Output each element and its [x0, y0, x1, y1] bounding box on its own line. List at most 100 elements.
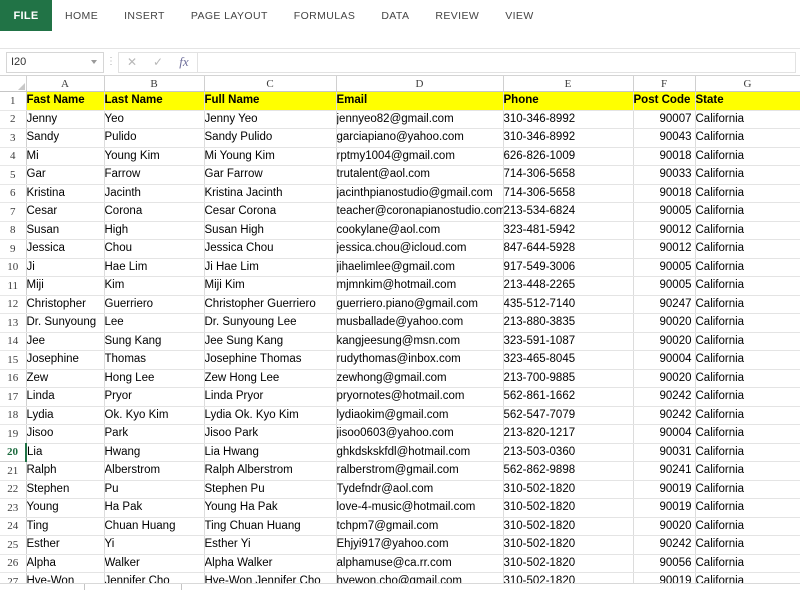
cell-B19[interactable]: Park [104, 424, 205, 444]
cell-B4[interactable]: Young Kim [104, 147, 205, 166]
cell-C14[interactable]: Jee Sung Kang [204, 332, 337, 351]
cell-D5[interactable]: trutalent@aol.com [336, 165, 504, 185]
cell-E26[interactable]: 310-502-1820 [503, 554, 634, 573]
row-header-7[interactable]: 7 [0, 202, 27, 222]
tab-page-layout[interactable]: PAGE LAYOUT [178, 0, 281, 31]
cell-A16[interactable]: Zew [26, 369, 105, 388]
cell-F26[interactable]: 90056 [633, 554, 696, 573]
cell-C7[interactable]: Cesar Corona [204, 202, 337, 222]
table-row[interactable]: 5 Gar Farrow Gar Farrow trutalent@aol.com 714… [0, 165, 800, 185]
cell-A25[interactable]: Esther [26, 535, 105, 555]
table-row[interactable]: 4 Mi Young Kim Mi Young Kim rptmy1004@gmail.… [0, 147, 800, 166]
cell-C8[interactable]: Susan High [204, 221, 337, 240]
table-row[interactable]: 19 Jisoo Park Jisoo Park jisoo0603@yahoo.com… [0, 424, 800, 444]
cell-B7[interactable]: Corona [104, 202, 205, 222]
table-row[interactable]: 10 Ji Hae Lim Ji Hae Lim jihaelimlee@gmail.c… [0, 258, 800, 277]
cell-G2[interactable]: California [695, 110, 800, 129]
cell-F25[interactable]: 90242 [633, 535, 696, 555]
cell-A8[interactable]: Susan [26, 221, 105, 240]
cell-G11[interactable]: California [695, 276, 800, 296]
table-row[interactable]: 12 Christopher Guerriero Christopher Guerri… [0, 295, 800, 314]
cell-G5[interactable]: California [695, 165, 800, 185]
table-row[interactable]: 11 Miji Kim Miji Kim mjmnkim@hotmail.com 213-… [0, 276, 800, 296]
row-header-20[interactable]: 20 [0, 443, 27, 462]
cell-B25[interactable]: Yi [104, 535, 205, 555]
cell-A5[interactable]: Gar [26, 165, 105, 185]
cell-G20[interactable]: California [695, 443, 800, 462]
cell-A2[interactable]: Jenny [26, 110, 105, 129]
cell-B23[interactable]: Ha Pak [104, 498, 205, 518]
table-row[interactable]: 20 Lia Hwang Lia Hwang ghkdskskfdl@hotmail.c… [0, 443, 800, 462]
table-row[interactable]: 22 Stephen Pu Stephen Pu Tydefndr@aol.com 310… [0, 480, 800, 499]
cell-E1[interactable]: Phone [503, 91, 634, 111]
cell-E15[interactable]: 323-465-8045 [503, 350, 634, 370]
row-header-13[interactable]: 13 [0, 313, 27, 333]
column-header-b[interactable]: B [104, 76, 205, 92]
tab-insert[interactable]: INSERT [111, 0, 178, 31]
cell-G25[interactable]: California [695, 535, 800, 555]
cell-B24[interactable]: Chuan Huang [104, 517, 205, 536]
cell-E6[interactable]: 714-306-5658 [503, 184, 634, 203]
column-header-d[interactable]: D [336, 76, 504, 92]
cell-F5[interactable]: 90033 [633, 165, 696, 185]
row-header-19[interactable]: 19 [0, 424, 27, 444]
cell-F24[interactable]: 90020 [633, 517, 696, 536]
table-row[interactable]: 25 Esther Yi Esther Yi Ehjyi917@yahoo.com 310… [0, 535, 800, 555]
table-row[interactable]: 6 Kristina Jacinth Kristina Jacinth jacinthp… [0, 184, 800, 203]
cell-B2[interactable]: Yeo [104, 110, 205, 129]
cell-F11[interactable]: 90005 [633, 276, 696, 296]
row-header-10[interactable]: 10 [0, 258, 27, 277]
cell-E19[interactable]: 213-820-1217 [503, 424, 634, 444]
cell-G22[interactable]: California [695, 480, 800, 499]
table-row[interactable]: 26 Alpha Walker Alpha Walker alphamuse@ca.rr… [0, 554, 800, 573]
row-header-16[interactable]: 16 [0, 369, 27, 388]
cell-G18[interactable]: California [695, 406, 800, 425]
cell-A6[interactable]: Kristina [26, 184, 105, 203]
cell-G8[interactable]: California [695, 221, 800, 240]
cell-A4[interactable]: Mi [26, 147, 105, 166]
cell-B11[interactable]: Kim [104, 276, 205, 296]
cell-A17[interactable]: Linda [26, 387, 105, 407]
cell-F14[interactable]: 90020 [633, 332, 696, 351]
cell-E21[interactable]: 562-862-9898 [503, 461, 634, 481]
table-row[interactable]: 13 Dr. Sunyoung Lee Dr. Sunyoung Lee musball… [0, 313, 800, 333]
cell-A18[interactable]: Lydia [26, 406, 105, 425]
cell-B16[interactable]: Hong Lee [104, 369, 205, 388]
table-row[interactable]: 9 Jessica Chou Jessica Chou jessica.chou@icl… [0, 239, 800, 259]
row-header-21[interactable]: 21 [0, 461, 27, 481]
cell-B1[interactable]: Last Name [104, 91, 205, 111]
cell-D17[interactable]: pryornotes@hotmail.com [336, 387, 504, 407]
cell-D16[interactable]: zewhong@gmail.com [336, 369, 504, 388]
spreadsheet-grid[interactable]: A B C D E F G 1 Fast Name Last Name Full Na… [0, 76, 800, 590]
cell-C16[interactable]: Zew Hong Lee [204, 369, 337, 388]
cell-E20[interactable]: 213-503-0360 [503, 443, 634, 462]
row-header-8[interactable]: 8 [0, 221, 27, 240]
cell-G26[interactable]: California [695, 554, 800, 573]
table-row[interactable]: 17 Linda Pryor Linda Pryor pryornotes@hotmai… [0, 387, 800, 407]
cell-D6[interactable]: jacinthpianostudio@gmail.com [336, 184, 504, 203]
cell-C22[interactable]: Stephen Pu [204, 480, 337, 499]
cell-F22[interactable]: 90019 [633, 480, 696, 499]
tab-data[interactable]: DATA [368, 0, 422, 31]
cell-E22[interactable]: 310-502-1820 [503, 480, 634, 499]
cell-C21[interactable]: Ralph Alberstrom [204, 461, 337, 481]
table-row[interactable]: 8 Susan High Susan High cookylane@aol.com 323… [0, 221, 800, 240]
cell-A14[interactable]: Jee [26, 332, 105, 351]
close-icon[interactable]: ✕ [119, 54, 145, 71]
row-header-6[interactable]: 6 [0, 184, 27, 203]
row-header-4[interactable]: 4 [0, 147, 27, 166]
table-row[interactable]: 14 Jee Sung Kang Jee Sung Kang kangjeesung@m… [0, 332, 800, 351]
cell-F7[interactable]: 90005 [633, 202, 696, 222]
cell-D24[interactable]: tchpm7@gmail.com [336, 517, 504, 536]
cell-A20[interactable]: Lia [26, 443, 105, 462]
cell-D15[interactable]: rudythomas@inbox.com [336, 350, 504, 370]
table-row[interactable]: 21 Ralph Alberstrom Ralph Alberstrom ralbers… [0, 461, 800, 481]
cell-B14[interactable]: Sung Kang [104, 332, 205, 351]
cell-D14[interactable]: kangjeesung@msn.com [336, 332, 504, 351]
cell-E3[interactable]: 310-346-8992 [503, 128, 634, 148]
table-row[interactable]: 23 Young Ha Pak Young Ha Pak love-4-music@ho… [0, 498, 800, 518]
cell-F8[interactable]: 90012 [633, 221, 696, 240]
cell-G14[interactable]: California [695, 332, 800, 351]
cell-D13[interactable]: musballade@yahoo.com [336, 313, 504, 333]
cell-G15[interactable]: California [695, 350, 800, 370]
